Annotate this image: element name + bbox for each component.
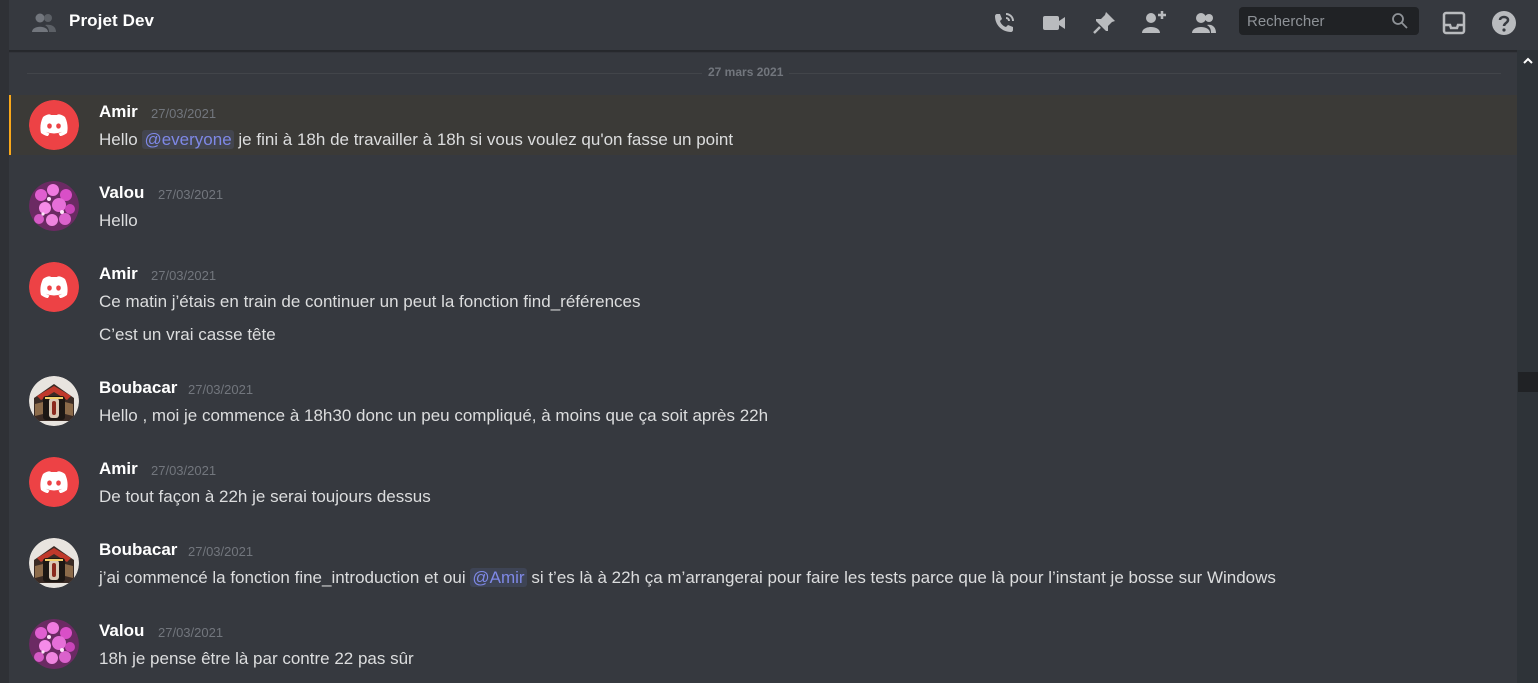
mention-amir[interactable]: @Amir <box>470 568 527 587</box>
channel-header: Projet Dev <box>9 0 1538 51</box>
scrollbar-thumb[interactable] <box>1518 372 1538 392</box>
phone-call-icon[interactable] <box>990 9 1018 37</box>
message-item[interactable]: Valou 27/03/2021 Hello <box>9 176 1517 236</box>
pin-icon[interactable] <box>1090 9 1118 37</box>
message-timestamp: 27/03/2021 <box>158 187 224 202</box>
message-content: Hello @everyone je fini à 18h de travail… <box>99 130 734 149</box>
message-author[interactable]: Boubacar <box>99 540 177 560</box>
search-box[interactable] <box>1239 7 1419 35</box>
message-timestamp: 27/03/2021 <box>188 382 254 397</box>
add-friend-icon[interactable] <box>1140 9 1168 37</box>
message-author[interactable]: Valou <box>99 183 144 203</box>
scroll-up-arrow-icon[interactable] <box>1523 56 1533 66</box>
message-scrollbar[interactable] <box>1517 50 1538 683</box>
message-author[interactable]: Amir <box>99 264 138 284</box>
message-author[interactable]: Amir <box>99 102 138 122</box>
member-list-icon[interactable] <box>1190 9 1218 37</box>
message-content: j’ai commencé la fonction fine_introduct… <box>99 568 1276 587</box>
avatar[interactable] <box>29 376 79 426</box>
message-content: Ce matin j’étais en train de continuer u… <box>99 292 641 311</box>
search-icon <box>1392 13 1408 29</box>
group-icon <box>32 13 56 32</box>
message-item[interactable]: Amir 27/03/2021 Ce matin j’étais en trai… <box>9 257 1517 351</box>
avatar[interactable] <box>29 457 79 507</box>
message-timestamp: 27/03/2021 <box>151 463 217 478</box>
avatar[interactable] <box>29 100 79 150</box>
message-item[interactable]: Valou 27/03/2021 18h je pense être là pa… <box>9 614 1517 674</box>
message-author[interactable]: Boubacar <box>99 378 177 398</box>
message-timestamp: 27/03/2021 <box>151 268 217 283</box>
date-divider-label: 27 mars 2021 <box>702 65 790 79</box>
message-item[interactable]: Amir 27/03/2021 De tout façon à 22h je s… <box>9 452 1517 512</box>
inbox-icon[interactable] <box>1440 9 1468 37</box>
message-timestamp: 27/03/2021 <box>158 625 224 640</box>
search-input[interactable] <box>1239 7 1387 35</box>
message-timestamp: 27/03/2021 <box>188 544 254 559</box>
avatar[interactable] <box>29 538 79 588</box>
avatar[interactable] <box>29 619 79 669</box>
message-content: Hello <box>99 211 138 230</box>
message-author[interactable]: Amir <box>99 459 138 479</box>
discord-app: Projet Dev Rechercher 27 mars 2021 Amir … <box>0 0 1538 683</box>
left-edge-strip <box>0 0 9 683</box>
message-content: De tout façon à 22h je serai toujours de… <box>99 487 431 506</box>
channel-title: Projet Dev <box>69 11 155 30</box>
mention-everyone[interactable]: @everyone <box>142 130 234 149</box>
avatar[interactable] <box>29 262 79 312</box>
message-list[interactable]: 27 mars 2021 Amir 27/03/2021 Hello @ever… <box>9 51 1517 683</box>
message-item[interactable]: Boubacar 27/03/2021 j’ai commencé la fon… <box>9 533 1517 593</box>
message-item[interactable]: Amir 27/03/2021 Hello @everyone je fini … <box>9 95 1517 155</box>
message-content: 18h je pense être là par contre 22 pas s… <box>99 649 414 668</box>
avatar[interactable] <box>29 181 79 231</box>
message-timestamp: 27/03/2021 <box>151 106 217 121</box>
message-item[interactable]: Boubacar 27/03/2021 Hello , moi je comme… <box>9 371 1517 431</box>
message-content: Hello , moi je commence à 18h30 donc un … <box>99 406 769 425</box>
help-icon[interactable] <box>1490 9 1518 37</box>
message-content: C’est un vrai casse tête <box>99 325 276 344</box>
mention-highlight-bar <box>9 95 11 155</box>
message-author[interactable]: Valou <box>99 621 144 641</box>
video-call-icon[interactable] <box>1040 9 1068 37</box>
